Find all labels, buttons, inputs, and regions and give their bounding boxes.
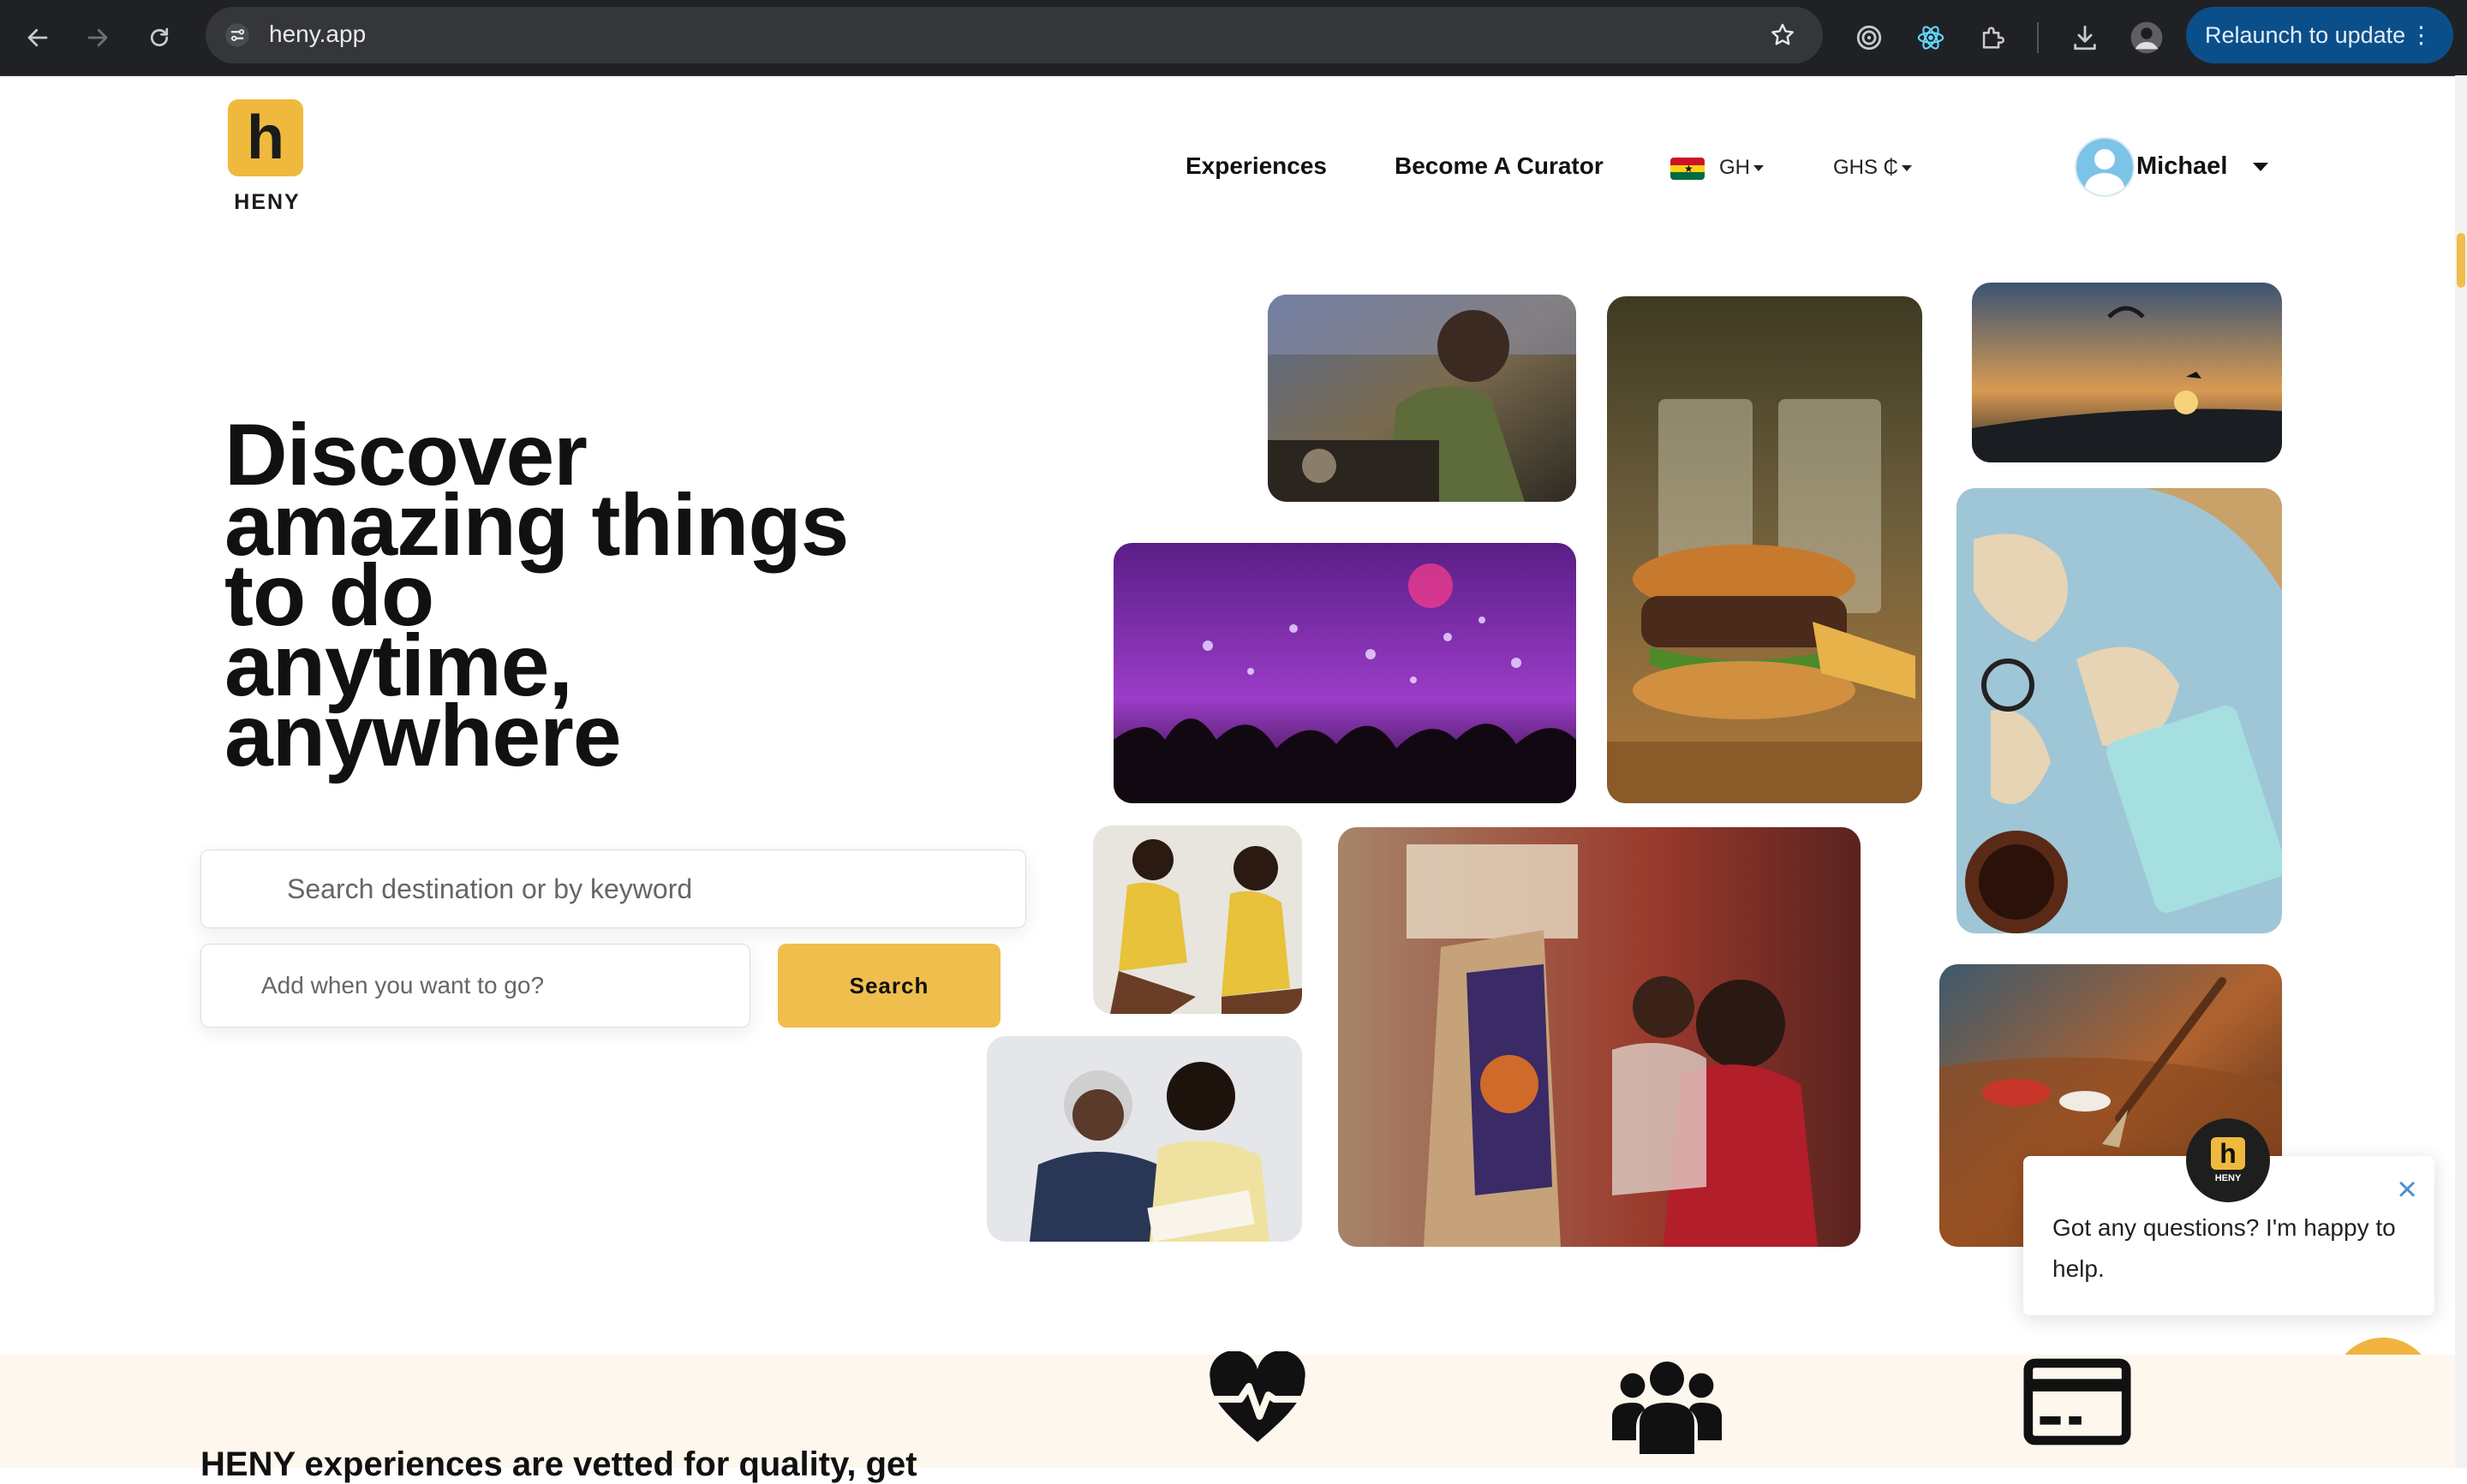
back-icon[interactable] bbox=[15, 15, 60, 60]
user-name: Michael bbox=[2136, 152, 2228, 180]
chevron-down-icon bbox=[1902, 165, 1913, 172]
chevron-down-icon bbox=[1753, 165, 1764, 172]
extensions-puzzle-icon[interactable] bbox=[1972, 17, 2013, 58]
react-devtools-icon[interactable] bbox=[1910, 17, 1951, 58]
photo-painting-class[interactable] bbox=[1338, 827, 1861, 1247]
reload-icon[interactable] bbox=[137, 15, 182, 60]
nav-become-curator-link[interactable]: Become A Curator bbox=[1395, 152, 1604, 180]
address-bar[interactable]: heny.app bbox=[206, 7, 1823, 63]
ghana-flag-icon[interactable]: ★ bbox=[1670, 158, 1705, 180]
photo-women-fitness[interactable] bbox=[1093, 825, 1302, 1014]
heny-logo[interactable]: h bbox=[228, 99, 303, 176]
toolbar-divider bbox=[2037, 22, 2039, 53]
chat-agent-avatar: h HENY bbox=[2186, 1118, 2270, 1202]
photo-dj[interactable] bbox=[1268, 295, 1576, 502]
heart-pulse-icon bbox=[1206, 1350, 1309, 1451]
photo-paragliding[interactable] bbox=[1972, 283, 2282, 462]
search-button[interactable]: Search bbox=[778, 944, 1001, 1028]
nav-experiences-link[interactable]: Experiences bbox=[1186, 152, 1327, 180]
close-icon[interactable]: × bbox=[2392, 1172, 2422, 1207]
photo-burger[interactable] bbox=[1607, 296, 1922, 803]
credit-card-icon bbox=[2023, 1358, 2131, 1450]
country-selector[interactable]: GH bbox=[1719, 156, 1764, 180]
browser-toolbar: heny.app Relaunch to update ⋮ bbox=[0, 0, 2467, 76]
relaunch-label: Relaunch to update bbox=[2205, 22, 2406, 48]
photo-travel-map[interactable] bbox=[1956, 488, 2282, 933]
chat-avatar-text: HENY bbox=[2214, 1173, 2242, 1183]
currency-code: GHS ₵ bbox=[1833, 156, 1899, 179]
scrollbar-thumb[interactable] bbox=[2457, 233, 2465, 288]
search-input[interactable] bbox=[200, 849, 1026, 928]
extension-target-icon[interactable] bbox=[1849, 17, 1890, 58]
bookmark-star-icon[interactable] bbox=[1766, 19, 1799, 51]
url-text: heny.app bbox=[269, 21, 367, 47]
chat-avatar-letter: h bbox=[2211, 1137, 2245, 1170]
photo-fireworks-concert[interactable] bbox=[1114, 543, 1576, 803]
logo-letter: h bbox=[247, 104, 284, 172]
currency-selector[interactable]: GHS ₵ bbox=[1833, 156, 1913, 180]
forward-icon[interactable] bbox=[75, 15, 120, 60]
chat-message: Got any questions? I'm happy to help. bbox=[2052, 1214, 2396, 1282]
chevron-down-icon bbox=[2253, 163, 2269, 172]
user-avatar[interactable] bbox=[2075, 137, 2135, 197]
hero-title: Discover amazing things to do anytime, a… bbox=[224, 411, 927, 784]
downloads-icon[interactable] bbox=[2064, 17, 2106, 58]
site-settings-icon[interactable] bbox=[221, 19, 254, 51]
photo-reading-together[interactable] bbox=[987, 1036, 1302, 1242]
users-group-icon bbox=[1612, 1351, 1722, 1458]
relaunch-update-button[interactable]: Relaunch to update ⋮ bbox=[2186, 7, 2453, 63]
hero-title-line: anywhere bbox=[224, 687, 622, 784]
profile-avatar-icon[interactable] bbox=[2126, 17, 2167, 58]
user-menu[interactable]: Michael bbox=[2136, 152, 2269, 181]
logo-wordmark: HENY bbox=[234, 190, 301, 214]
more-vert-icon[interactable]: ⋮ bbox=[2410, 7, 2433, 63]
features-heading: HENY experiences are vetted for quality,… bbox=[200, 1445, 917, 1483]
country-code: GH bbox=[1719, 156, 1750, 179]
date-input[interactable] bbox=[200, 944, 750, 1028]
